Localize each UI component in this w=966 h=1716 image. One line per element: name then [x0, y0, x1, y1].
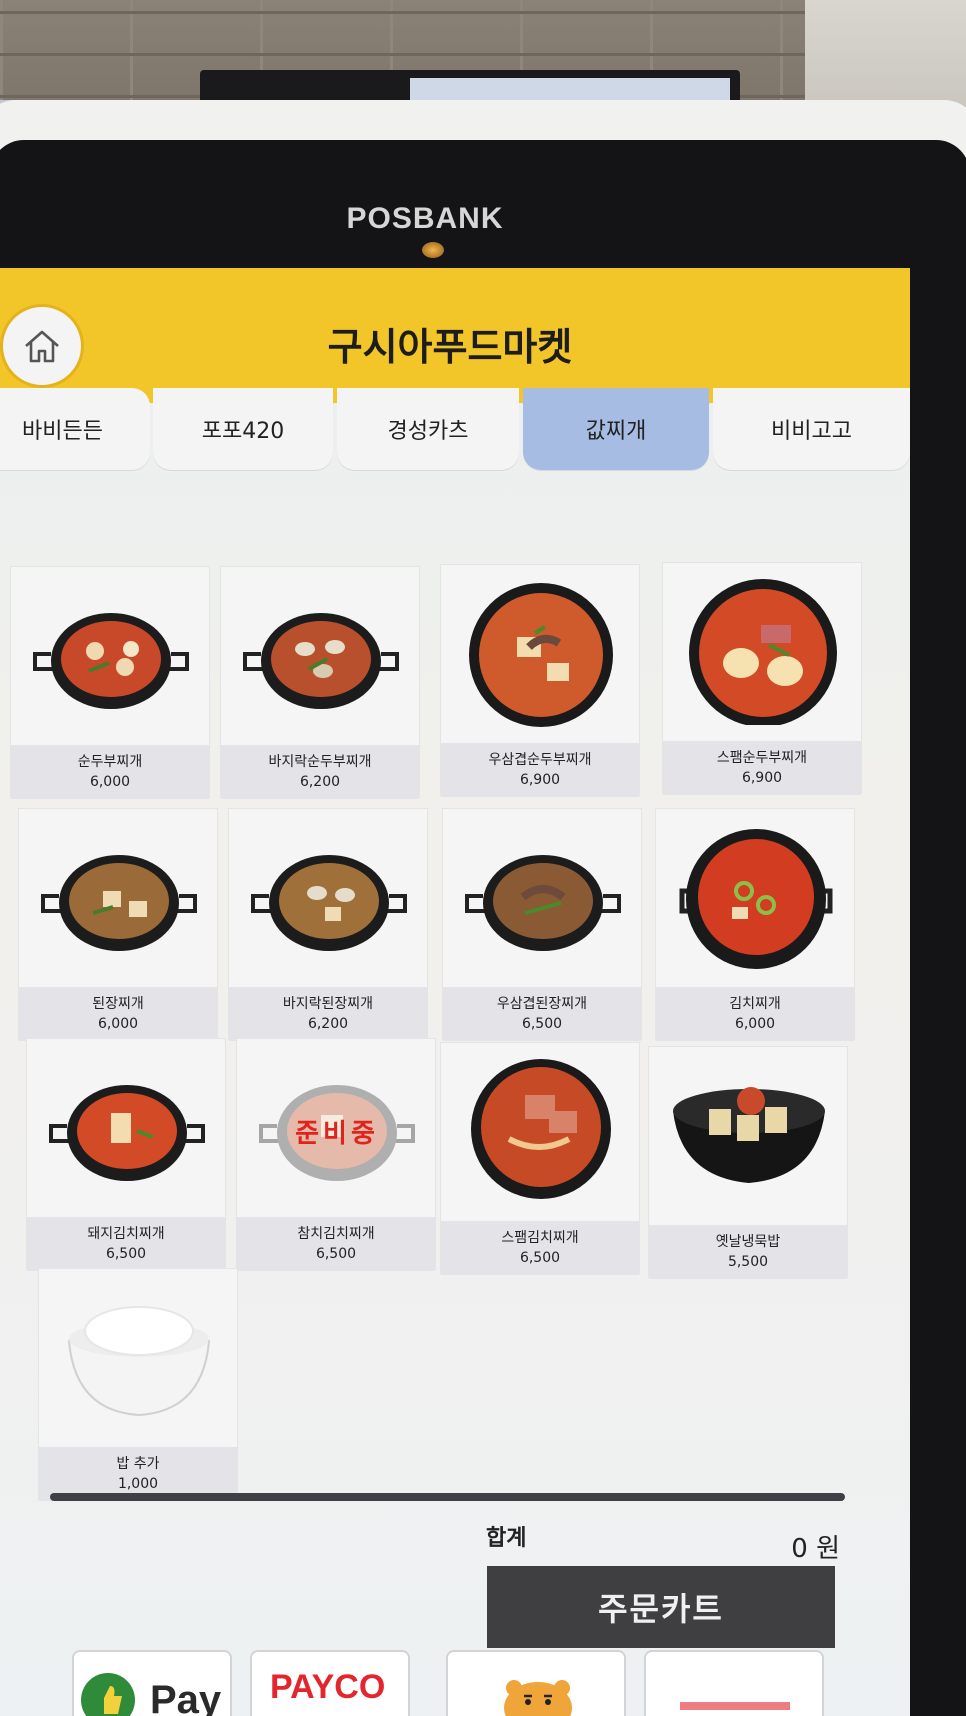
- menu-item-price: 6,900: [519, 772, 561, 788]
- menu-item-name: 밥 추가: [116, 1456, 160, 1472]
- menu-item[interactable]: 바지락된장찌개 6,200: [228, 808, 428, 1041]
- menu-item-name: 우삼겹된장찌개: [496, 996, 588, 1012]
- rice-bowl-photo: [57, 1281, 221, 1431]
- menu-item-price: 6,200: [299, 774, 341, 790]
- stew-bowl-photo: [681, 575, 845, 727]
- menu-item[interactable]: 순두부찌개 6,000: [10, 566, 210, 799]
- stew-pot-photo: [45, 1051, 209, 1201]
- menu-item-name: 참치김치찌개: [297, 1226, 375, 1242]
- menu-item-label: 스팸김치찌개 6,500: [441, 1221, 639, 1275]
- tab-bibigo[interactable]: 비비고고: [713, 388, 910, 470]
- app-header: 구시아푸드마켓: [0, 268, 910, 403]
- menu-item[interactable]: 김치찌개 6,000: [655, 808, 855, 1041]
- menu-item-name: 스팸순두부찌개: [716, 750, 808, 766]
- home-button[interactable]: [0, 304, 84, 388]
- kiosk-screen: 구시아푸드마켓 바비든든 포포420 경성카츠 값찌개 비비고고 순두부찌개 6…: [0, 268, 910, 1716]
- tab-label: 포포420: [201, 419, 285, 444]
- total-label: 합계: [486, 1526, 527, 1551]
- menu-item-price: 6,000: [734, 1016, 776, 1032]
- payment-logo-fragment: [680, 1702, 790, 1710]
- menu-item-price: 6,500: [521, 1016, 563, 1032]
- menu-item-name: 스팸김치찌개: [501, 1230, 579, 1246]
- menu-item-name: 돼지김치찌개: [87, 1226, 165, 1242]
- menu-item-name: 바지락된장찌개: [282, 996, 374, 1012]
- menu-item[interactable]: 스팸김치찌개 6,500: [440, 1042, 640, 1275]
- category-tabs: 바비든든 포포420 경성카츠 값찌개 비비고고: [0, 388, 910, 470]
- payment-label: PAYCO: [270, 1668, 386, 1706]
- menu-item[interactable]: 우삼겹순두부찌개 6,900: [440, 564, 640, 797]
- tab-gyeongseong[interactable]: 경성카츠: [337, 388, 519, 470]
- stew-pot-photo: [239, 579, 403, 729]
- menu-item[interactable]: 우삼겹된장찌개 6,500: [442, 808, 642, 1041]
- menu-item-price: 6,000: [97, 1016, 139, 1032]
- menu-item-price: 6,200: [307, 1016, 349, 1032]
- tab-label: 비비고고: [771, 419, 852, 444]
- menu-item-label: 참치김치찌개 6,500: [237, 1217, 435, 1271]
- rice-bowl-photo: [667, 1059, 831, 1209]
- menu-item-label: 우삼겹순두부찌개 6,900: [441, 743, 639, 797]
- menu-item-label: 돼지김치찌개 6,500: [27, 1217, 225, 1271]
- home-icon: [25, 330, 59, 363]
- menu-item[interactable]: 바지락순두부찌개 6,200: [220, 566, 420, 799]
- menu-item-label: 옛날냉묵밥 5,500: [649, 1225, 847, 1279]
- tab-babi[interactable]: 바비든든: [0, 388, 150, 470]
- stew-pot-photo: [247, 821, 411, 971]
- menu-item-price: 5,500: [727, 1254, 769, 1270]
- menu-item-label: 된장찌개 6,000: [19, 987, 217, 1041]
- menu-item-price: 6,500: [315, 1246, 357, 1262]
- menu-item-label: 김치찌개 6,000: [656, 987, 854, 1041]
- stew-bowl-photo: [459, 1055, 623, 1205]
- camera-icon: [422, 242, 444, 258]
- kakao-ryan-icon: [504, 1680, 572, 1716]
- stew-bowl-photo: [674, 821, 838, 971]
- menu-item-label: 바지락순두부찌개 6,200: [221, 745, 419, 799]
- device-brand: POSBANK: [346, 202, 504, 235]
- payment-option[interactable]: Pay: [72, 1650, 232, 1716]
- menu-item[interactable]: 준비중 참치김치찌개 6,500: [236, 1038, 436, 1271]
- total-value: 0 원: [791, 1534, 840, 1564]
- stew-pot-photo: [29, 579, 193, 729]
- menu-item-name: 우삼겹순두부찌개: [488, 752, 592, 768]
- menu-item[interactable]: 스팸순두부찌개 6,900: [662, 562, 862, 795]
- menu-item-price: 6,500: [105, 1246, 147, 1262]
- menu-item-label: 바지락된장찌개 6,200: [229, 987, 427, 1041]
- tab-popo[interactable]: 포포420: [153, 388, 333, 470]
- sold-out-badge: 준비중: [295, 1119, 379, 1149]
- menu-item-price: 6,500: [519, 1250, 561, 1266]
- order-cart-button[interactable]: 주문카트: [487, 1566, 835, 1648]
- menu-item-name: 김치찌개: [729, 996, 781, 1012]
- menu-item-label: 스팸순두부찌개 6,900: [663, 741, 861, 795]
- store-title: 구시아푸드마켓: [327, 325, 573, 369]
- order-divider: [50, 1493, 845, 1501]
- payment-option[interactable]: PAYCO: [250, 1650, 410, 1716]
- payment-label: Pay: [150, 1678, 222, 1716]
- menu-item-label: 순두부찌개 6,000: [11, 745, 209, 799]
- menu-item-name: 바지락순두부찌개: [268, 754, 372, 770]
- menu-item-price: 1,000: [117, 1476, 159, 1492]
- menu-item-name: 된장찌개: [92, 996, 144, 1012]
- stew-bowl-photo: [459, 577, 623, 727]
- stew-pot-photo: [37, 821, 201, 971]
- menu-item[interactable]: 밥 추가 1,000: [38, 1268, 238, 1501]
- menu-item[interactable]: 된장찌개 6,000: [18, 808, 218, 1041]
- tab-label: 값찌개: [585, 419, 647, 444]
- tab-label: 경성카츠: [387, 419, 469, 444]
- stew-pot-photo: [461, 821, 625, 971]
- menu-item-name: 옛날냉묵밥: [715, 1234, 781, 1250]
- payment-option[interactable]: [644, 1650, 824, 1716]
- menu-item[interactable]: 돼지김치찌개 6,500: [26, 1038, 226, 1271]
- payment-option[interactable]: [446, 1650, 626, 1716]
- menu-item[interactable]: 옛날냉묵밥 5,500: [648, 1046, 848, 1279]
- tab-label: 바비든든: [22, 419, 103, 444]
- thumbs-up-icon: [81, 1673, 135, 1716]
- menu-item-price: 6,900: [741, 770, 783, 786]
- menu-item-label: 우삼겹된장찌개 6,500: [443, 987, 641, 1041]
- menu-item-name: 순두부찌개: [77, 754, 143, 770]
- tab-jjigae[interactable]: 값찌개: [523, 388, 709, 470]
- menu-item-price: 6,000: [89, 774, 131, 790]
